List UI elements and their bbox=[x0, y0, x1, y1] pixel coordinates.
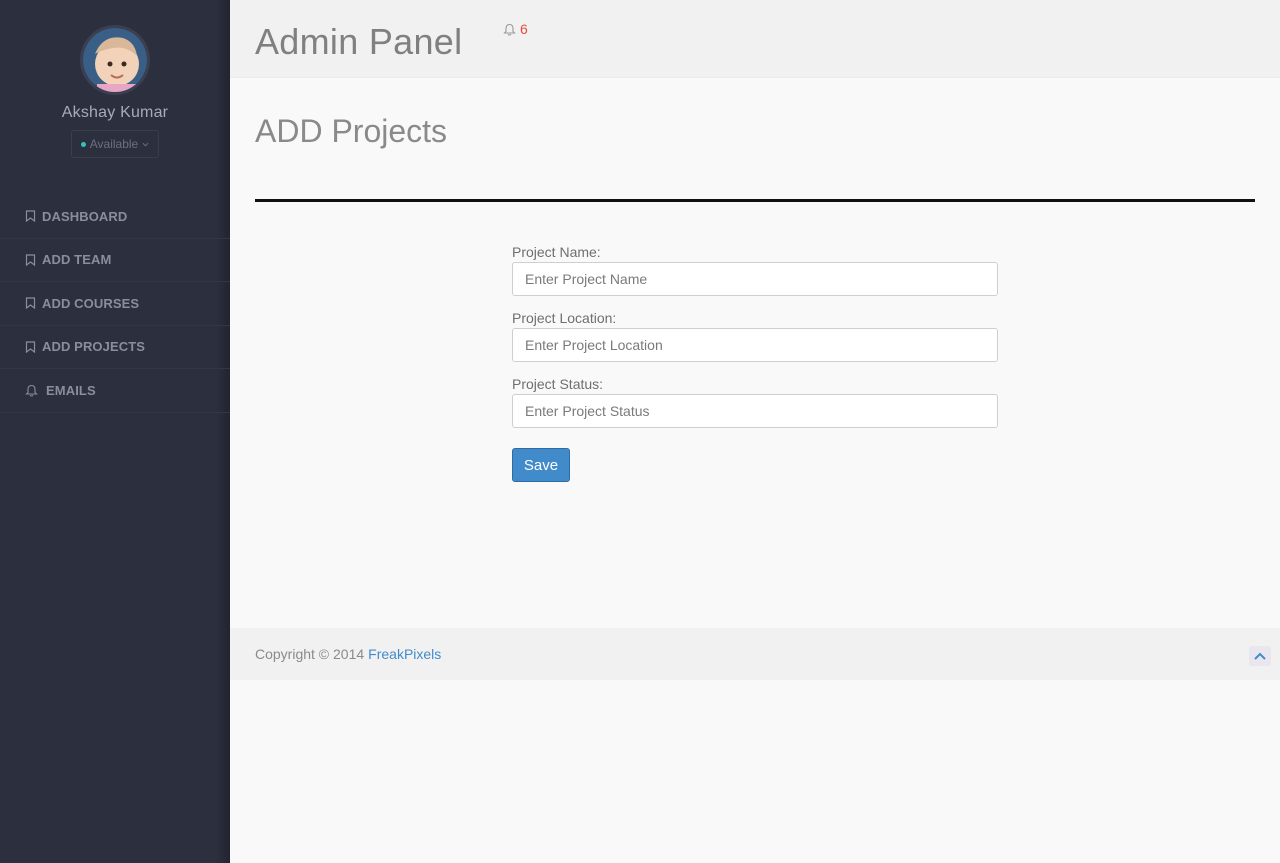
sidebar: Akshay Kumar Available DASHBOARD ADD TEA… bbox=[0, 0, 230, 863]
add-project-form: Project Name: Project Location: Project … bbox=[512, 244, 998, 482]
project-status-label: Project Status: bbox=[512, 376, 604, 392]
avatar[interactable] bbox=[80, 25, 150, 95]
brand-title[interactable]: Admin Panel bbox=[255, 21, 462, 63]
sidebar-item-add-projects[interactable]: ADD PROJECTS bbox=[0, 326, 230, 369]
bookmark-icon bbox=[25, 254, 37, 266]
sidebar-item-add-team[interactable]: ADD TEAM bbox=[0, 239, 230, 282]
project-status-input[interactable] bbox=[512, 394, 998, 428]
chevron-down-icon bbox=[142, 142, 149, 147]
notifications[interactable]: 6 bbox=[503, 21, 528, 37]
sidebar-item-dashboard[interactable]: DASHBOARD bbox=[0, 195, 230, 239]
sidebar-item-label: DASHBOARD bbox=[42, 208, 128, 224]
sidebar-item-label: EMAILS bbox=[46, 382, 96, 398]
copyright-text: Copyright © 2014 bbox=[255, 646, 365, 662]
project-status-group: Project Status: bbox=[512, 376, 998, 428]
bell-icon bbox=[503, 23, 516, 36]
bell-icon bbox=[25, 384, 41, 397]
chevron-up-icon bbox=[1254, 652, 1266, 660]
footer-link[interactable]: FreakPixels bbox=[368, 646, 441, 662]
bookmark-icon bbox=[25, 341, 37, 353]
sidebar-item-label: ADD TEAM bbox=[42, 252, 112, 268]
sidebar-nav: DASHBOARD ADD TEAM ADD COURSES ADD PROJE… bbox=[0, 195, 230, 413]
save-button[interactable]: Save bbox=[512, 448, 570, 482]
divider bbox=[255, 199, 1255, 202]
project-location-group: Project Location: bbox=[512, 310, 998, 362]
page-title: ADD Projects bbox=[255, 113, 448, 149]
scroll-to-top-button[interactable] bbox=[1249, 646, 1271, 666]
project-location-input[interactable] bbox=[512, 328, 998, 362]
bookmark-icon bbox=[25, 297, 37, 310]
notification-count: 6 bbox=[520, 21, 528, 37]
status-label: Available bbox=[89, 137, 139, 151]
project-name-label: Project Name: bbox=[512, 244, 601, 260]
project-name-group: Project Name: bbox=[512, 244, 998, 296]
user-name: Akshay Kumar bbox=[61, 104, 169, 121]
footer: Copyright © 2014 FreakPixels bbox=[230, 628, 1280, 680]
project-location-label: Project Location: bbox=[512, 310, 617, 326]
sidebar-item-add-courses[interactable]: ADD COURSES bbox=[0, 282, 230, 326]
sidebar-item-label: ADD PROJECTS bbox=[42, 339, 146, 355]
sidebar-item-emails[interactable]: EMAILS bbox=[0, 369, 230, 413]
status-dropdown[interactable]: Available bbox=[70, 130, 160, 158]
status-dot-icon bbox=[80, 141, 86, 147]
sidebar-item-label: ADD COURSES bbox=[42, 295, 140, 311]
project-name-input[interactable] bbox=[512, 262, 998, 296]
top-header: Admin Panel 6 bbox=[230, 0, 1280, 78]
avatar-image bbox=[83, 28, 147, 92]
bookmark-icon bbox=[25, 210, 37, 223]
profile: Akshay Kumar Available bbox=[0, 0, 230, 158]
